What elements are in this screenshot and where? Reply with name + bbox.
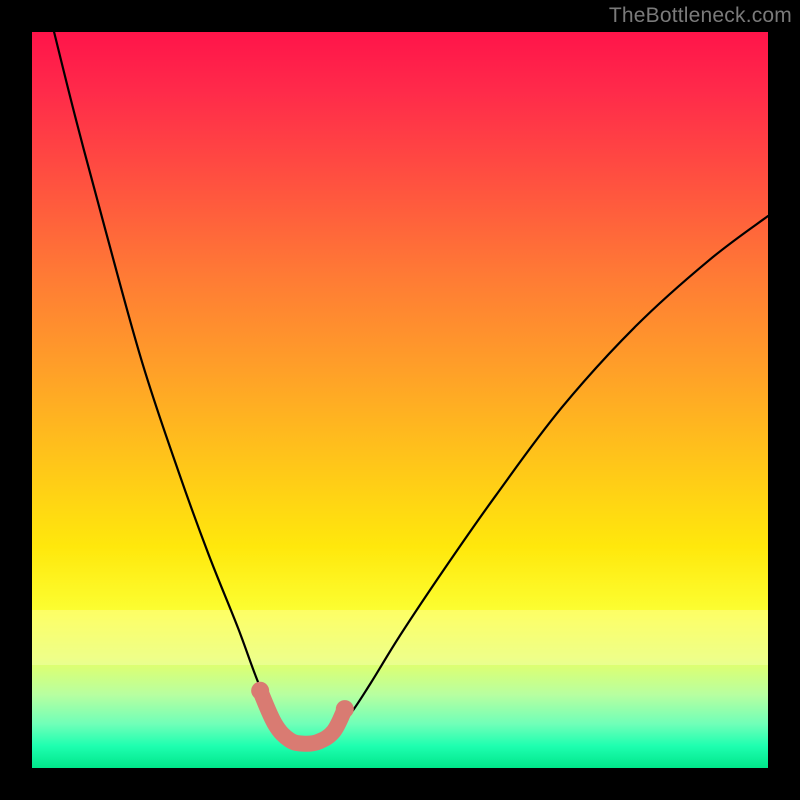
watermark-text: TheBottleneck.com <box>609 4 792 28</box>
chart-frame: TheBottleneck.com <box>0 0 800 800</box>
bottleneck-curve <box>54 32 768 743</box>
plot-area <box>32 32 768 768</box>
highlight-segment <box>260 691 345 744</box>
highlight-endpoint <box>251 682 269 700</box>
highlight-endpoint <box>336 700 354 718</box>
curve-layer <box>32 32 768 768</box>
